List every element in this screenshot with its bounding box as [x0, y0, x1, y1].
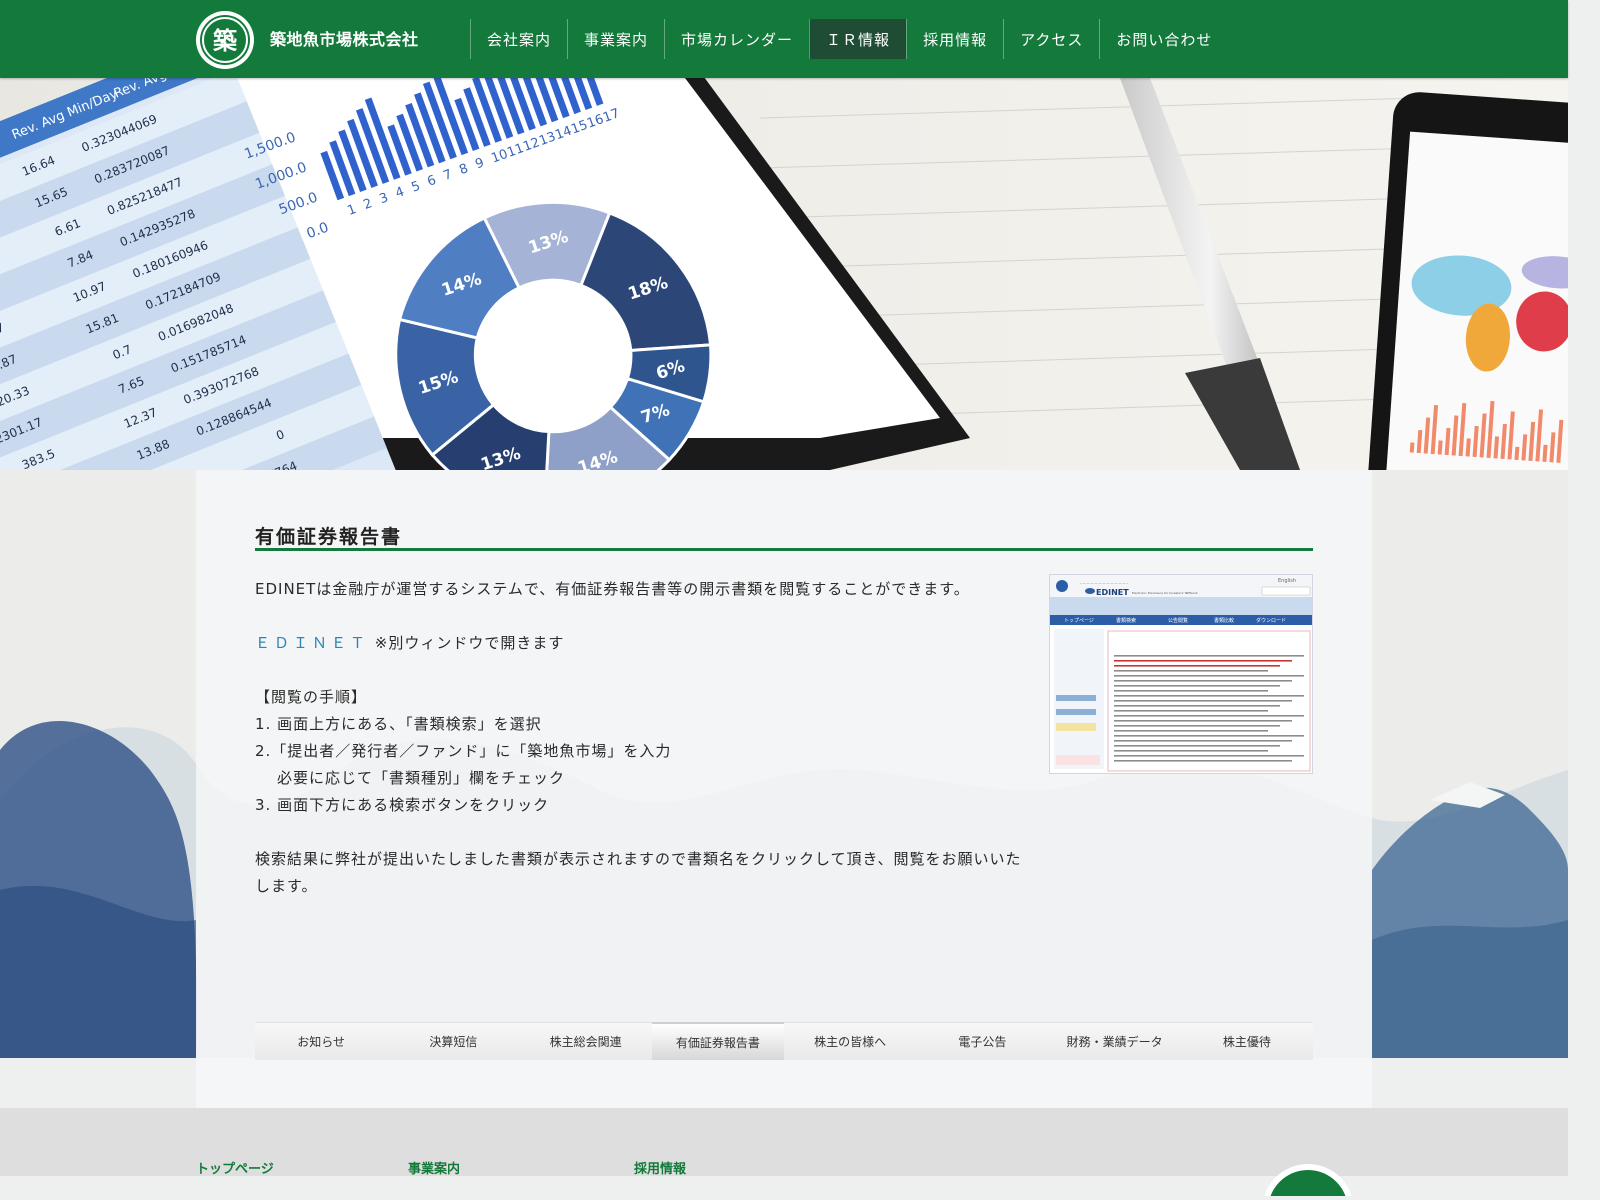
main-text: EDINETは金融庁が運営するシステムで、有価証券報告書等の開示書類を閲覧するこ…: [255, 576, 1025, 900]
hero-banner: al MinRev. Avg Min/DayRev. Avg Min99.831…: [0, 78, 1568, 470]
shot-text-line: [1114, 665, 1280, 667]
shot-text-line: [1114, 750, 1268, 752]
tab-shareholders-meeting[interactable]: 株主総会関連: [519, 1022, 652, 1060]
step-2: 2.「提出者／発行者／ファンド」に「築地魚市場」を入力: [255, 742, 672, 760]
nav-item-calendar[interactable]: 市場カレンダー: [664, 19, 809, 59]
shot-text-line: [1114, 715, 1304, 717]
edinet-brand: EDINET: [1096, 588, 1129, 597]
svg-text:書類比較: 書類比較: [1214, 617, 1234, 624]
svg-text:公告閲覧: 公告閲覧: [1168, 617, 1188, 624]
shot-text-line: [1114, 760, 1292, 762]
svg-text:トップページ: トップページ: [1064, 618, 1094, 624]
shot-text-line: [1114, 735, 1304, 737]
logo-glyph: 築: [212, 27, 238, 55]
shot-text-line: [1114, 730, 1268, 732]
link-note: ※別ウィンドウで開きます: [374, 634, 565, 652]
nav-item-ir[interactable]: ＩＲ情報: [809, 19, 907, 59]
shot-text-line: [1114, 725, 1280, 727]
global-nav: 会社案内 事業案内 市場カレンダー ＩＲ情報 採用情報 アクセス お問い合わせ: [470, 19, 1228, 59]
svg-text:………………………………: ………………………………: [1080, 580, 1128, 585]
shot-text-line: [1114, 660, 1292, 662]
svg-text:ダウンロード: ダウンロード: [1256, 617, 1286, 624]
company-name[interactable]: 築地魚市場株式会社: [270, 26, 419, 50]
tab-earnings[interactable]: 決算短信: [387, 1022, 520, 1060]
shot-text-line: [1114, 755, 1304, 757]
tab-to-shareholders[interactable]: 株主の皆様へ: [784, 1022, 917, 1060]
shot-text-line: [1114, 710, 1268, 712]
step-2-note: 必要に応じて「書類種別」欄をチェック: [277, 769, 566, 787]
shot-text-line: [1114, 690, 1268, 692]
tab-public-notice[interactable]: 電子公告: [916, 1022, 1049, 1060]
hero-image: al MinRev. Avg Min/DayRev. Avg Min99.831…: [0, 78, 1568, 470]
company-logo[interactable]: 築: [195, 10, 255, 70]
site-footer: トップページ 事業案内 採用情報: [0, 1108, 1568, 1196]
shot-text-line: [1114, 675, 1304, 677]
edinet-tagline: Electronic Disclosure for Investors' NET…: [1132, 591, 1198, 595]
nav-item-company[interactable]: 会社案内: [470, 19, 567, 59]
shot-text-line: [1114, 670, 1268, 672]
step-3: 3. 画面下方にある検索ボタンをクリック: [255, 796, 550, 814]
nav-item-contact[interactable]: お問い合わせ: [1099, 19, 1228, 59]
intro-text: EDINETは金融庁が運営するシステムで、有価証券報告書等の開示書類を閲覧するこ…: [255, 580, 970, 598]
footer-logo[interactable]: [1258, 1156, 1358, 1196]
tab-securities-report[interactable]: 有価証券報告書: [651, 1022, 784, 1060]
shot-text-line: [1114, 745, 1280, 747]
title-divider: [255, 548, 1313, 551]
shot-text-line: [1114, 695, 1304, 697]
page-title: 有価証券報告書: [255, 526, 403, 548]
svg-text:書類検索: 書類検索: [1116, 617, 1136, 624]
nav-item-access[interactable]: アクセス: [1003, 19, 1099, 59]
tab-financial-data[interactable]: 財務・業績データ: [1048, 1022, 1181, 1060]
shot-text-line: [1114, 680, 1292, 682]
footer-link-top[interactable]: トップページ: [196, 1158, 274, 1177]
shot-text-line: [1114, 705, 1280, 707]
tab-news[interactable]: お知らせ: [255, 1022, 388, 1060]
nav-item-recruit[interactable]: 採用情報: [906, 19, 1003, 59]
site-header: 築 築地魚市場株式会社 会社案内 事業案内 市場カレンダー ＩＲ情報 採用情報 …: [0, 0, 1568, 78]
footer-link-business[interactable]: 事業案内: [408, 1158, 460, 1177]
tab-shareholder-benefits[interactable]: 株主優待: [1180, 1022, 1313, 1060]
shot-text-line: [1114, 655, 1304, 657]
edinet-link-row: ＥＤＩＮＥＴ ※別ウィンドウで開きます: [255, 630, 1025, 657]
edinet-screenshot-image: ……………………………… English EDINET Electronic D…: [1050, 575, 1312, 773]
shot-text-line: [1114, 720, 1292, 722]
shot-text-line: [1114, 700, 1292, 702]
closing-text: 検索結果に弊社が提出いたしました書類が表示されますので書類名をクリックして頂き、…: [255, 850, 1022, 895]
edinet-screenshot[interactable]: ……………………………… English EDINET Electronic D…: [1049, 574, 1313, 774]
edinet-english-link: English: [1278, 578, 1296, 584]
edinet-link[interactable]: ＥＤＩＮＥＴ: [255, 634, 369, 652]
phone-bar: [1409, 442, 1415, 453]
shot-text-line: [1114, 740, 1292, 742]
ir-subnav: お知らせ 決算短信 株主総会関連 有価証券報告書 株主の皆様へ 電子公告 財務・…: [255, 1022, 1313, 1060]
step-1: 1. 画面上方にある、「書類検索」を選択: [255, 715, 542, 733]
steps-heading: 【閲覧の手順】: [255, 688, 368, 706]
edinet-logo-icon: [1056, 580, 1068, 592]
shot-text-line: [1114, 685, 1280, 687]
footer-link-recruit[interactable]: 採用情報: [634, 1158, 686, 1177]
nav-item-business[interactable]: 事業案内: [567, 19, 664, 59]
